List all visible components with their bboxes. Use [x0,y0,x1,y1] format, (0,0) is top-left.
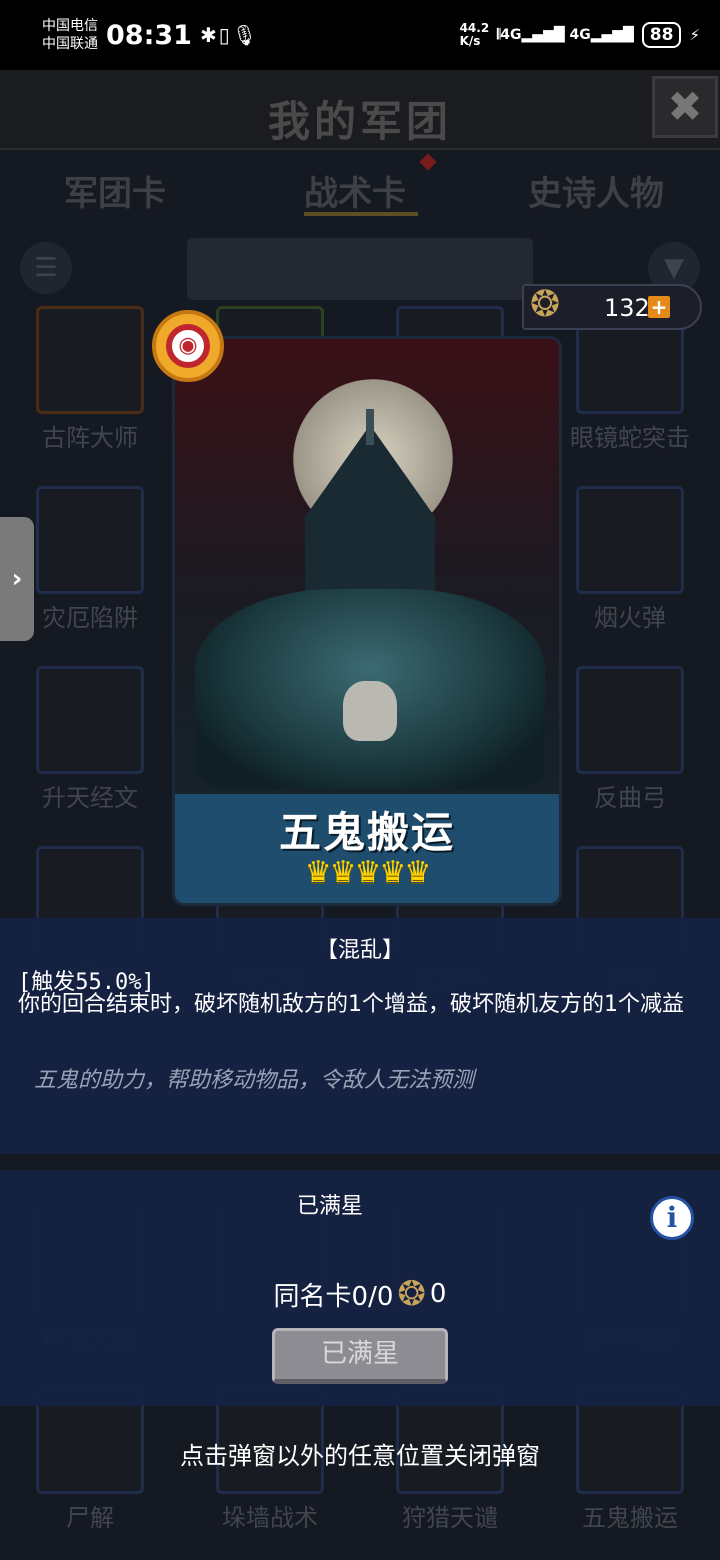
side-drawer-handle[interactable]: › [0,517,34,641]
card-slot-label: 狩猎天谴 [402,1504,498,1532]
info-icon[interactable]: i [650,1196,694,1240]
charging-icon: ⚡ [689,26,700,44]
duplicate-card-row: 同名卡0/0 ❂ 0 [0,1274,720,1314]
card-slot[interactable] [576,666,684,774]
list-icon[interactable]: ☰ [20,242,72,294]
card-slot[interactable] [36,486,144,594]
card-slot-label: 烟火弹 [594,604,666,632]
upgrade-panel: 已满星 i 同名卡0/0 ❂ 0 已满星 [0,1170,720,1406]
card-type-badge: ◉ [144,306,234,392]
search-box[interactable] [187,238,533,300]
card-slot[interactable] [576,486,684,594]
add-currency-button[interactable]: + [648,296,670,318]
header: 我的军团 [0,70,720,150]
card-art-skull [343,681,397,741]
effect-name: 【混乱】 [315,938,404,963]
tab-epic-characters[interactable]: 史诗人物 [528,166,664,215]
flavor-text: 五鬼的助力，帮助移动物品，令敌人无法预测 [34,1068,475,1093]
duplicate-emblem-count: 0 [429,1279,447,1309]
card-slot-label: 升天经文 [42,784,138,812]
clock: 08:31 [106,19,192,51]
page-title: 我的军团 [267,97,452,146]
close-hint: 点击弹窗以外的任意位置关闭弹窗 [180,1442,540,1470]
card-title: 五鬼搬运 [278,808,455,857]
eye-icon: ◉ [166,324,210,368]
duplicate-card-label: 同名卡0/0 [273,1281,394,1312]
carrier-1: 中国电信 [42,18,98,34]
card-slot-label: 古阵大师 [42,424,138,452]
effect-panel: 【混乱】 [触发55.0%] 你的回合结束时，破坏随机敌方的1个增益，破坏随机友… [0,918,720,1154]
status-right: 44.2 K/s 𝄃4G▂▄▆█ 4G▂▄▆█ 88 ⚡ [460,22,700,48]
emblem-icon: ❂ [530,284,561,325]
card-slot-label: 尸解 [66,1504,114,1532]
card-slot[interactable] [36,666,144,774]
card-slot-label: 五鬼搬运 [582,1504,678,1532]
screen: 中国电信 中国联通 08:31 ✱▯🎙 44.2 K/s 𝄃4G▂▄▆█ 4G▂… [0,0,720,1560]
carrier-2: 中国联通 [42,36,98,52]
max-star-button[interactable]: 已满星 [272,1328,448,1384]
active-tab-indicator [304,212,418,216]
star-status: 已满星 [296,1194,363,1219]
status-icons: ✱▯🎙 [199,23,260,47]
card-art-cross [366,409,374,445]
close-button[interactable]: ✖ [652,76,718,138]
emblem-icon: ❂ [397,1274,426,1314]
card-stars: ♛♛♛♛♛ [304,855,431,890]
card-slot[interactable] [36,306,144,414]
currency-value: 132 [604,294,650,322]
card-slot-label: 反曲弓 [594,784,666,812]
signal-icons: 𝄃4G▂▄▆█ 4G▂▄▆█ [497,27,634,43]
card-slot-label: 垛墙战术 [222,1504,318,1532]
carriers: 中国电信 中国联通 [42,17,98,53]
net-speed: 44.2 K/s [459,21,490,48]
currency-counter: ❂ 132 + [522,284,702,330]
effect-description: 你的回合结束时，破坏随机敌方的1个增益，破坏随机友方的1个减益 [18,992,684,1017]
battery-icon: 88 [641,22,682,48]
tab-tactic-cards[interactable]: 战术卡 [304,166,406,215]
status-bar: 中国电信 中国联通 08:31 ✱▯🎙 44.2 K/s 𝄃4G▂▄▆█ 4G▂… [0,0,720,70]
card-detail: 五鬼搬运 ♛♛♛♛♛ [172,336,562,906]
tab-legion-cards[interactable]: 军团卡 [64,166,166,215]
card-slot-label: 眼镜蛇突击 [570,424,690,452]
